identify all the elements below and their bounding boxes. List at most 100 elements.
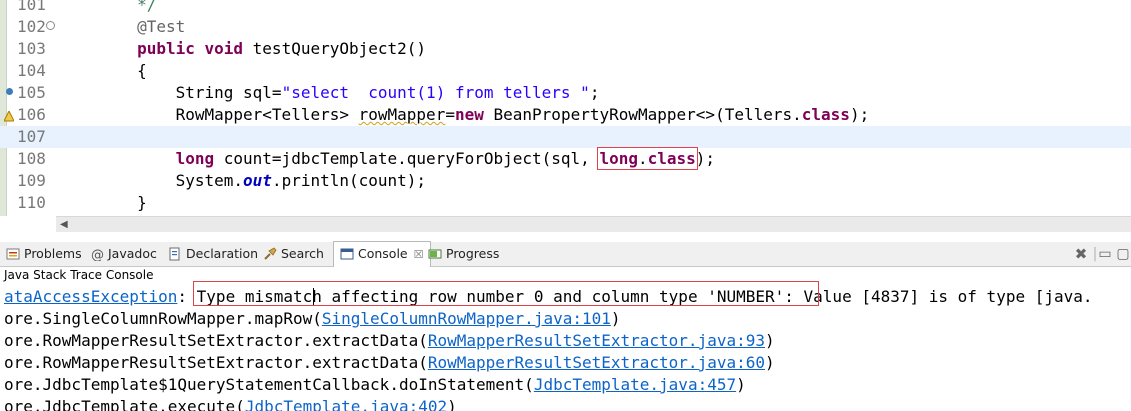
problems-icon (6, 245, 20, 260)
code-token: testQueryObject2() (243, 39, 427, 58)
tab-console[interactable]: Console ☒ (333, 241, 431, 267)
code-token: ); (695, 149, 716, 168)
stack-frame-line[interactable]: ore.JdbcTemplate.execute(JdbcTemplate.ja… (4, 396, 457, 411)
error-message-highlight (193, 281, 819, 306)
code-line[interactable]: 109 System.out.println(count); (0, 170, 1131, 192)
code-text: } (60, 192, 147, 214)
tab-label: Search (281, 246, 324, 261)
source-link[interactable]: SingleColumnRowMapper.java:101 (322, 309, 611, 328)
code-line[interactable]: 103 public void testQueryObject2() (0, 38, 1131, 60)
source-link[interactable]: JdbcTemplate.java:457 (534, 375, 736, 394)
code-line[interactable]: 104 { (0, 60, 1131, 82)
code-text: */ (60, 0, 156, 16)
code-line[interactable]: 102 @Test (0, 16, 1131, 38)
source-link[interactable]: RowMapperResultSetExtractor.java:93 (428, 331, 765, 350)
code-token: void (204, 39, 244, 58)
stack-frame-method: ore.RowMapperResultSetExtractor.extractD… (4, 331, 428, 350)
scroll-left-icon[interactable]: ◀ (60, 219, 68, 230)
code-token: "select count(1) from tellers " (281, 83, 590, 102)
stack-frame-method: ore.JdbcTemplate.execute( (4, 397, 245, 411)
code-text: RowMapper<Tellers> rowMapper=new BeanPro… (60, 104, 870, 126)
console-text: ) (765, 331, 775, 350)
tab-javadoc[interactable]: @ Javadoc (90, 242, 157, 266)
tab-label: Javadoc (108, 246, 157, 261)
at-icon: @ (90, 245, 104, 263)
code-line[interactable]: 101 */ (0, 0, 1131, 16)
code-token: class (801, 105, 850, 124)
console-text: : Value [4837] is of type [java. (784, 287, 1093, 306)
tab-problems[interactable]: Problems (6, 242, 82, 266)
code-text: long count=jdbcTemplate.queryForObject(s… (60, 147, 716, 170)
tab-declaration[interactable]: Declaration (168, 242, 258, 266)
code-text: System.out.println(count); (60, 170, 426, 192)
stack-frame-line[interactable]: ore.SingleColumnRowMapper.mapRow(SingleC… (4, 308, 621, 330)
search-icon (263, 245, 277, 260)
code-token: = (445, 105, 455, 124)
code-token: class (647, 149, 696, 168)
code-line[interactable]: 107 (0, 126, 1131, 148)
code-token: . (637, 149, 648, 168)
code-token: ); (849, 105, 870, 124)
maximize-icon[interactable]: ▢ (1115, 246, 1131, 262)
close-tab-icon[interactable]: ☒ (414, 248, 424, 261)
console-icon (340, 245, 354, 260)
code-token: out (243, 171, 272, 190)
line-number: 103 (17, 39, 46, 58)
code-token: count=jdbcTemplate.queryForObject(sql, (214, 149, 600, 168)
line-number: 108 (17, 149, 46, 168)
line-number: 109 (17, 171, 46, 190)
tab-search[interactable]: Search (263, 242, 324, 266)
progress-icon (428, 245, 442, 259)
line-number: 110 (17, 193, 46, 212)
code-token: long (599, 149, 638, 168)
code-token: public (137, 39, 195, 58)
code-token: rowMapper (358, 105, 446, 124)
code-line[interactable]: 105 String sql="select count(1) from tel… (0, 82, 1131, 104)
tab-progress[interactable]: Progress (428, 242, 499, 266)
code-token: .println(count); (271, 171, 427, 190)
stack-frame-line[interactable]: ore.RowMapperResultSetExtractor.extractD… (4, 330, 775, 352)
line-number: 106 (17, 105, 46, 124)
tab-label: Declaration (186, 246, 259, 261)
breakpoint-dot-icon[interactable] (6, 88, 13, 95)
console-text: ) (765, 353, 775, 372)
code-line[interactable]: 108 long count=jdbcTemplate.queryForObje… (0, 147, 1131, 170)
source-link[interactable]: JdbcTemplate.java:402 (245, 397, 447, 411)
panel-tab-bar: Problems @ Javadoc Declaration Search Console… (0, 241, 1131, 267)
tab-label: Progress (446, 246, 500, 261)
console-text: ) (610, 309, 621, 328)
console-title: Java Stack Trace Console (4, 268, 154, 282)
code-editor[interactable]: 101 */102 @Test 103 public void testQuery… (0, 0, 1131, 232)
code-line[interactable]: 106 RowMapper<Tellers> rowMapper=new Bea… (0, 104, 1131, 126)
stack-frame-method: ore.RowMapperResultSetExtractor.extractD… (4, 353, 428, 372)
stack-frame-method: ore.SingleColumnRowMapper.mapRow( (4, 309, 322, 328)
code-token: */ (60, 0, 157, 14)
text-caret (313, 288, 314, 305)
code-token: RowMapper<Tellers> (60, 105, 359, 124)
minimize-icon[interactable]: ▭ (1097, 246, 1113, 262)
code-text: String sql="select count(1) from tellers… (60, 82, 600, 104)
code-token: ; (589, 83, 600, 102)
horizontal-scrollbar[interactable]: ◀ (56, 216, 1131, 232)
code-token: { (60, 61, 147, 80)
console-text: ) (447, 397, 457, 411)
console-text: : (177, 287, 188, 306)
code-token: System. (60, 171, 244, 190)
exception-class-link[interactable]: ataAccessException (4, 287, 177, 306)
line-number: 101 (17, 0, 46, 14)
declaration-icon (168, 245, 182, 261)
code-token: String sql= (60, 83, 282, 102)
code-token: new (454, 105, 484, 124)
code-line[interactable]: 110 } (0, 192, 1131, 214)
fold-toggle-icon[interactable] (46, 21, 55, 30)
highlight-box: long.class (597, 147, 698, 170)
source-link[interactable]: RowMapperResultSetExtractor.java:60 (428, 353, 765, 372)
stack-frame-line[interactable]: ore.JdbcTemplate$1QueryStatementCallback… (4, 374, 746, 396)
line-number: 104 (17, 61, 46, 80)
stack-frame-line[interactable]: ore.RowMapperResultSetExtractor.extractD… (4, 352, 775, 374)
console-text: ) (736, 375, 746, 394)
code-token: @Test (137, 17, 186, 36)
warning-icon[interactable] (3, 108, 15, 122)
